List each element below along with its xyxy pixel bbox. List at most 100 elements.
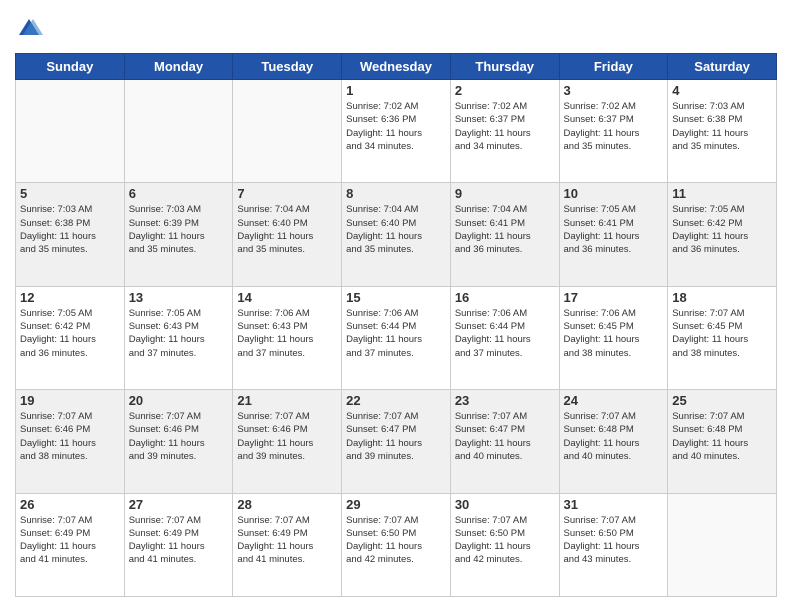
day-info: Sunrise: 7:05 AMSunset: 6:43 PMDaylight:… [129,307,229,360]
day-info: Sunrise: 7:06 AMSunset: 6:44 PMDaylight:… [346,307,446,360]
day-cell: 11Sunrise: 7:05 AMSunset: 6:42 PMDayligh… [668,183,777,286]
day-number: 28 [237,497,337,512]
day-number: 5 [20,186,120,201]
day-number: 29 [346,497,446,512]
weekday-header-saturday: Saturday [668,54,777,80]
day-info: Sunrise: 7:07 AMSunset: 6:48 PMDaylight:… [672,410,772,463]
day-info: Sunrise: 7:02 AMSunset: 6:36 PMDaylight:… [346,100,446,153]
day-number: 1 [346,83,446,98]
day-cell: 31Sunrise: 7:07 AMSunset: 6:50 PMDayligh… [559,493,668,596]
day-info: Sunrise: 7:05 AMSunset: 6:42 PMDaylight:… [20,307,120,360]
day-info: Sunrise: 7:07 AMSunset: 6:48 PMDaylight:… [564,410,664,463]
day-cell: 12 Sunrise: 7:05 AMSunset: 6:42 PMDayligh… [16,286,125,389]
day-number: 30 [455,497,555,512]
day-cell: 7Sunrise: 7:04 AMSunset: 6:40 PMDaylight… [233,183,342,286]
week-row-3: 12 Sunrise: 7:05 AMSunset: 6:42 PMDayligh… [16,286,777,389]
day-cell: 23 Sunrise: 7:07 AMSunset: 6:47 PMDayligh… [450,390,559,493]
day-number: 21 [237,393,337,408]
day-number: 10 [564,186,664,201]
day-cell: 22 Sunrise: 7:07 AMSunset: 6:47 PMDayligh… [342,390,451,493]
day-number: 3 [564,83,664,98]
day-info: Sunrise: 7:07 AMSunset: 6:46 PMDaylight:… [129,410,229,463]
day-number: 24 [564,393,664,408]
page: SundayMondayTuesdayWednesdayThursdayFrid… [0,0,792,612]
day-number: 15 [346,290,446,305]
day-cell: 29 Sunrise: 7:07 AMSunset: 6:50 PMDayligh… [342,493,451,596]
logo-icon [15,15,43,43]
day-info: Sunrise: 7:05 AMSunset: 6:41 PMDaylight:… [564,203,664,256]
day-cell: 4 Sunrise: 7:03 AMSunset: 6:38 PMDaylight… [668,80,777,183]
day-number: 17 [564,290,664,305]
weekday-header-friday: Friday [559,54,668,80]
day-cell: 13 Sunrise: 7:05 AMSunset: 6:43 PMDayligh… [124,286,233,389]
weekday-header-monday: Monday [124,54,233,80]
calendar: SundayMondayTuesdayWednesdayThursdayFrid… [15,53,777,597]
day-cell: 5 Sunrise: 7:03 AMSunset: 6:38 PMDaylight… [16,183,125,286]
day-info: Sunrise: 7:07 AMSunset: 6:50 PMDaylight:… [455,514,555,567]
day-cell [124,80,233,183]
day-number: 11 [672,186,772,201]
logo [15,15,47,43]
day-cell: 3 Sunrise: 7:02 AMSunset: 6:37 PMDaylight… [559,80,668,183]
weekday-header-thursday: Thursday [450,54,559,80]
day-cell: 14Sunrise: 7:06 AMSunset: 6:43 PMDayligh… [233,286,342,389]
day-cell: 6Sunrise: 7:03 AMSunset: 6:39 PMDaylight… [124,183,233,286]
day-info: Sunrise: 7:04 AMSunset: 6:40 PMDaylight:… [346,203,446,256]
day-info: Sunrise: 7:07 AMSunset: 6:50 PMDaylight:… [564,514,664,567]
day-info: Sunrise: 7:03 AMSunset: 6:38 PMDaylight:… [672,100,772,153]
day-cell [668,493,777,596]
day-info: Sunrise: 7:07 AMSunset: 6:49 PMDaylight:… [20,514,120,567]
day-number: 26 [20,497,120,512]
day-cell: 21 Sunrise: 7:07 AMSunset: 6:46 PMDayligh… [233,390,342,493]
week-row-1: 1 Sunrise: 7:02 AMSunset: 6:36 PMDaylight… [16,80,777,183]
day-cell: 27 Sunrise: 7:07 AMSunset: 6:49 PMDayligh… [124,493,233,596]
day-info: Sunrise: 7:06 AMSunset: 6:45 PMDaylight:… [564,307,664,360]
day-number: 13 [129,290,229,305]
day-number: 20 [129,393,229,408]
day-info: Sunrise: 7:07 AMSunset: 6:45 PMDaylight:… [672,307,772,360]
day-info: Sunrise: 7:07 AMSunset: 6:49 PMDaylight:… [129,514,229,567]
day-cell: 9 Sunrise: 7:04 AMSunset: 6:41 PMDaylight… [450,183,559,286]
day-cell: 30 Sunrise: 7:07 AMSunset: 6:50 PMDayligh… [450,493,559,596]
day-number: 9 [455,186,555,201]
day-info: Sunrise: 7:07 AMSunset: 6:46 PMDaylight:… [20,410,120,463]
day-number: 18 [672,290,772,305]
day-number: 27 [129,497,229,512]
weekday-header-row: SundayMondayTuesdayWednesdayThursdayFrid… [16,54,777,80]
day-number: 12 [20,290,120,305]
day-number: 23 [455,393,555,408]
week-row-2: 5 Sunrise: 7:03 AMSunset: 6:38 PMDaylight… [16,183,777,286]
day-info: Sunrise: 7:06 AMSunset: 6:44 PMDaylight:… [455,307,555,360]
day-number: 25 [672,393,772,408]
weekday-header-wednesday: Wednesday [342,54,451,80]
day-cell: 1 Sunrise: 7:02 AMSunset: 6:36 PMDaylight… [342,80,451,183]
weekday-header-sunday: Sunday [16,54,125,80]
day-info: Sunrise: 7:02 AMSunset: 6:37 PMDaylight:… [455,100,555,153]
day-number: 7 [237,186,337,201]
day-info: Sunrise: 7:04 AMSunset: 6:41 PMDaylight:… [455,203,555,256]
day-number: 6 [129,186,229,201]
day-cell: 15 Sunrise: 7:06 AMSunset: 6:44 PMDayligh… [342,286,451,389]
day-number: 2 [455,83,555,98]
day-number: 22 [346,393,446,408]
day-number: 8 [346,186,446,201]
day-info: Sunrise: 7:07 AMSunset: 6:47 PMDaylight:… [455,410,555,463]
day-info: Sunrise: 7:03 AMSunset: 6:38 PMDaylight:… [20,203,120,256]
day-number: 19 [20,393,120,408]
day-cell: 28Sunrise: 7:07 AMSunset: 6:49 PMDayligh… [233,493,342,596]
day-number: 4 [672,83,772,98]
day-cell: 25 Sunrise: 7:07 AMSunset: 6:48 PMDayligh… [668,390,777,493]
day-cell: 20 Sunrise: 7:07 AMSunset: 6:46 PMDayligh… [124,390,233,493]
day-info: Sunrise: 7:07 AMSunset: 6:46 PMDaylight:… [237,410,337,463]
day-number: 16 [455,290,555,305]
week-row-5: 26 Sunrise: 7:07 AMSunset: 6:49 PMDayligh… [16,493,777,596]
day-cell: 17 Sunrise: 7:06 AMSunset: 6:45 PMDayligh… [559,286,668,389]
day-info: Sunrise: 7:07 AMSunset: 6:50 PMDaylight:… [346,514,446,567]
day-info: Sunrise: 7:07 AMSunset: 6:47 PMDaylight:… [346,410,446,463]
day-info: Sunrise: 7:06 AMSunset: 6:43 PMDaylight:… [237,307,337,360]
day-cell: 2 Sunrise: 7:02 AMSunset: 6:37 PMDaylight… [450,80,559,183]
day-cell: 18 Sunrise: 7:07 AMSunset: 6:45 PMDayligh… [668,286,777,389]
day-info: Sunrise: 7:02 AMSunset: 6:37 PMDaylight:… [564,100,664,153]
day-cell: 10 Sunrise: 7:05 AMSunset: 6:41 PMDayligh… [559,183,668,286]
day-cell [233,80,342,183]
